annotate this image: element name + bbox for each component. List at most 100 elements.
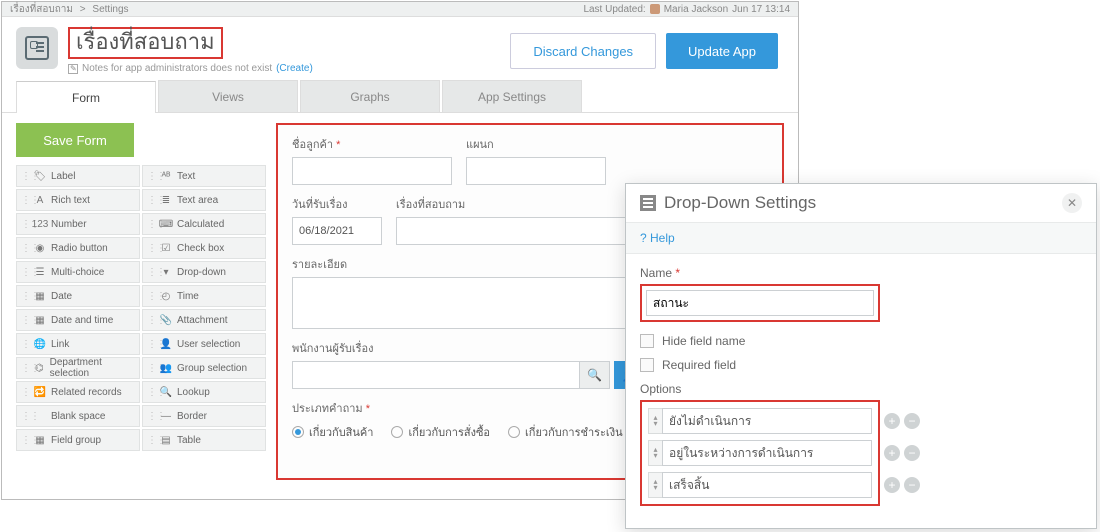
grip-icon: ⋮⋮ (147, 267, 155, 278)
panel-title: Drop-Down Settings (664, 193, 816, 213)
last-updated-label: Last Updated: (583, 4, 645, 15)
radio-payment[interactable]: เกี่ยวกับการชำระเงิน (508, 423, 623, 441)
palette-item-label: Time (177, 291, 199, 302)
hide-field-name-label: Hide field name (662, 334, 745, 348)
option-input[interactable] (662, 408, 872, 434)
grip-icon: ⋮⋮ (21, 315, 29, 326)
drag-handle-icon[interactable]: ▴▾ (648, 472, 662, 498)
remove-option-icon[interactable]: − (904, 477, 920, 493)
radio-product[interactable]: เกี่ยวกับสินค้า (292, 423, 373, 441)
palette-item-label: Label (51, 171, 75, 182)
palette-item[interactable]: ⋮⋮👤User selection (142, 333, 266, 355)
palette-item[interactable]: ⋮⋮▤Table (142, 429, 266, 451)
last-updated-user: Maria Jackson (664, 4, 728, 15)
add-option-icon[interactable]: + (884, 477, 900, 493)
tab-graphs[interactable]: Graphs (300, 80, 440, 112)
field-type-icon: 123 (33, 217, 47, 231)
palette-item-label: Rich text (51, 195, 90, 206)
palette-item-label: Calculated (177, 219, 224, 230)
palette-item[interactable]: ⋮⋮ 123 Number (16, 213, 140, 235)
palette-item[interactable]: ⋮⋮🌐Link (16, 333, 140, 355)
app-icon (16, 27, 58, 69)
radio-payment-label: เกี่ยวกับการชำระเงิน (525, 423, 623, 441)
drag-handle-icon[interactable]: ▴▾ (648, 408, 662, 434)
dept-label: แผนก (466, 135, 606, 153)
tab-views[interactable]: Views (158, 80, 298, 112)
palette-item[interactable]: ⋮⋮ A Rich text (16, 189, 140, 211)
field-type-icon: ◉ (33, 241, 47, 255)
palette-item[interactable]: ⋮⋮☰Multi-choice (16, 261, 140, 283)
field-type-icon: A (33, 193, 47, 207)
discard-changes-button[interactable]: Discard Changes (510, 33, 656, 69)
remove-option-icon[interactable]: − (904, 413, 920, 429)
drag-handle-icon[interactable]: ▴▾ (648, 440, 662, 466)
palette-item[interactable]: ⋮⋮▦Field group (16, 429, 140, 451)
name-input[interactable] (646, 290, 874, 316)
palette-item[interactable]: ⋮⋮👥Group selection (142, 357, 266, 379)
palette-item[interactable]: ⋮⋮≣Text area (142, 189, 266, 211)
hide-field-name-checkbox[interactable]: Hide field name (640, 334, 1082, 348)
grip-icon: ⋮⋮ (21, 195, 29, 206)
remove-option-icon[interactable]: − (904, 445, 920, 461)
palette-item-label: Table (177, 435, 201, 446)
palette-item[interactable]: ⋮⋮📎Attachment (142, 309, 266, 331)
grip-icon: ⋮⋮ (147, 219, 155, 230)
palette-item[interactable]: ⋮⋮Blank space (16, 405, 140, 427)
palette-item[interactable]: ⋮⋮▦Date (16, 285, 140, 307)
palette-item[interactable]: ⋮⋮▦Date and time (16, 309, 140, 331)
grip-icon: ⋮⋮ (21, 219, 29, 230)
palette-item[interactable]: ⋮⋮—Border (142, 405, 266, 427)
palette-item[interactable]: ⋮⋮🔍Lookup (142, 381, 266, 403)
field-type-icon: ▤ (159, 433, 173, 447)
grip-icon: ⋮⋮ (21, 339, 29, 350)
add-option-icon[interactable]: + (884, 445, 900, 461)
palette-item[interactable]: ⋮⋮⌨Calculated (142, 213, 266, 235)
grip-icon: ⋮⋮ (21, 267, 29, 278)
palette-item[interactable]: ⋮⋮🔁Related records (16, 381, 140, 403)
tab-form[interactable]: Form (16, 81, 156, 113)
breadcrumb-app[interactable]: เรื่องที่สอบถาม (10, 4, 73, 15)
app-title: เรื่องที่สอบถาม (68, 27, 223, 59)
last-updated-time: Jun 17 13:14 (732, 4, 790, 15)
admin-note-text: Notes for app administrators does not ex… (82, 63, 272, 74)
grip-icon: ⋮⋮ (147, 339, 155, 350)
add-option-icon[interactable]: + (884, 413, 900, 429)
palette-item[interactable]: ⋮⋮◉Radio button (16, 237, 140, 259)
palette-item-label: Date (51, 291, 72, 302)
palette-item[interactable]: ⋮⋮◴Time (142, 285, 266, 307)
radio-order[interactable]: เกี่ยวกับการสั่งซื้อ (391, 423, 490, 441)
close-icon[interactable]: ✕ (1062, 193, 1082, 213)
dropdown-settings-panel: Drop-Down Settings ✕ ? Help Name * Hide … (625, 183, 1097, 529)
help-link[interactable]: ? Help (626, 222, 1096, 254)
palette-item[interactable]: ⋮⋮ᴬᴮText (142, 165, 266, 187)
required-field-checkbox[interactable]: Required field (640, 358, 1082, 372)
dept-input[interactable] (466, 157, 606, 185)
admin-note-create-link[interactable]: (Create) (276, 63, 313, 74)
tab-app-settings[interactable]: App Settings (442, 80, 582, 112)
grip-icon: ⋮⋮ (147, 171, 155, 182)
grip-icon: ⋮⋮ (21, 363, 29, 374)
option-input[interactable] (662, 472, 872, 498)
recv-date-label: วันที่รับเรื่อง (292, 195, 382, 213)
save-form-button[interactable]: Save Form (16, 123, 134, 157)
option-input[interactable] (662, 440, 872, 466)
palette-item-label: Number (51, 219, 87, 230)
grip-icon: ⋮⋮ (21, 411, 29, 422)
field-type-icon: ▾ (159, 265, 173, 279)
palette-item[interactable]: ⋮⋮🏷Label (16, 165, 140, 187)
recv-date-input[interactable] (292, 217, 382, 245)
palette-item-label: Border (177, 411, 207, 422)
palette-item-label: User selection (177, 339, 240, 350)
grip-icon: ⋮⋮ (147, 315, 155, 326)
update-app-button[interactable]: Update App (666, 33, 778, 69)
field-type-icon: 👥 (159, 361, 173, 375)
search-icon[interactable]: 🔍 (580, 361, 610, 389)
grip-icon: ⋮⋮ (21, 435, 29, 446)
field-type-icon: — (159, 409, 173, 423)
staff-input[interactable] (292, 361, 580, 389)
palette-item[interactable]: ⋮⋮☑Check box (142, 237, 266, 259)
palette-item[interactable]: ⋮⋮▾Drop-down (142, 261, 266, 283)
palette-item[interactable]: ⋮⋮⌬Department selection (16, 357, 140, 379)
customer-input[interactable] (292, 157, 452, 185)
palette-item-label: Check box (177, 243, 224, 254)
